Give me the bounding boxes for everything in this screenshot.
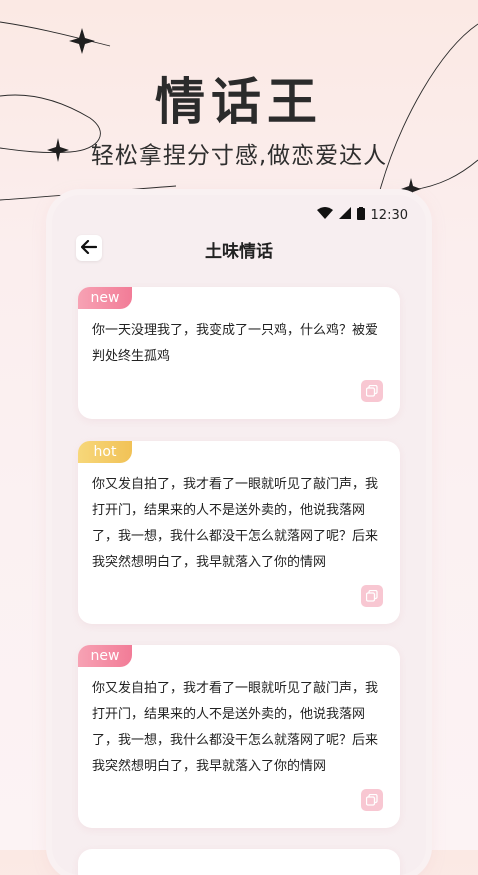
sparkle-icon [69, 28, 95, 54]
status-time: 12:30 [370, 207, 408, 223]
phrase-text: 你又发自拍了，我才看了一眼就听见了敲门声，我打开门，结果来的人不是送外卖的，他说… [92, 477, 379, 570]
new-badge: new [78, 287, 132, 309]
copy-icon [365, 587, 378, 606]
new-badge: new [78, 645, 132, 667]
page-title: 土味情话 [205, 242, 273, 262]
hot-badge: hot [78, 441, 132, 463]
copy-icon [365, 791, 378, 810]
phrase-text: 你又发自拍了，我才看了一眼就听见了敲门声，我打开门，结果来的人不是送外卖的，他说… [92, 681, 379, 774]
phrase-text: 你一天没理我了，我变成了一只鸡，什么鸡？被爱判处终生孤鸡 [92, 323, 379, 364]
phone-frame: 12:30 土味情话 new 你一天没理我了，我变成了一只鸡，什么鸡？被爱判处终… [52, 195, 426, 875]
status-bar: 12:30 [316, 205, 408, 225]
signal-icon [338, 207, 351, 223]
nav-bar: 土味情话 [52, 231, 426, 267]
copy-button[interactable] [361, 380, 383, 402]
battery-icon [356, 206, 365, 224]
phrase-card: new 你一天没理我了，我变成了一只鸡，什么鸡？被爱判处终生孤鸡 [78, 287, 400, 419]
copy-icon [365, 382, 378, 401]
phrase-card: hot 你又发自拍了，我才看了一眼就听见了敲门声，我打开门，结果来的人不是送外卖… [78, 441, 400, 624]
copy-button[interactable] [361, 585, 383, 607]
hero-subtitle: 轻松拿捏分寸感,做恋爱达人 [90, 143, 388, 169]
phrase-card [78, 849, 400, 875]
phrase-card: new 你又发自拍了，我才看了一眼就听见了敲门声，我打开门，结果来的人不是送外卖… [78, 645, 400, 828]
hero-title: 情话王 [155, 73, 323, 131]
copy-button[interactable] [361, 789, 383, 811]
wifi-icon [316, 207, 333, 223]
